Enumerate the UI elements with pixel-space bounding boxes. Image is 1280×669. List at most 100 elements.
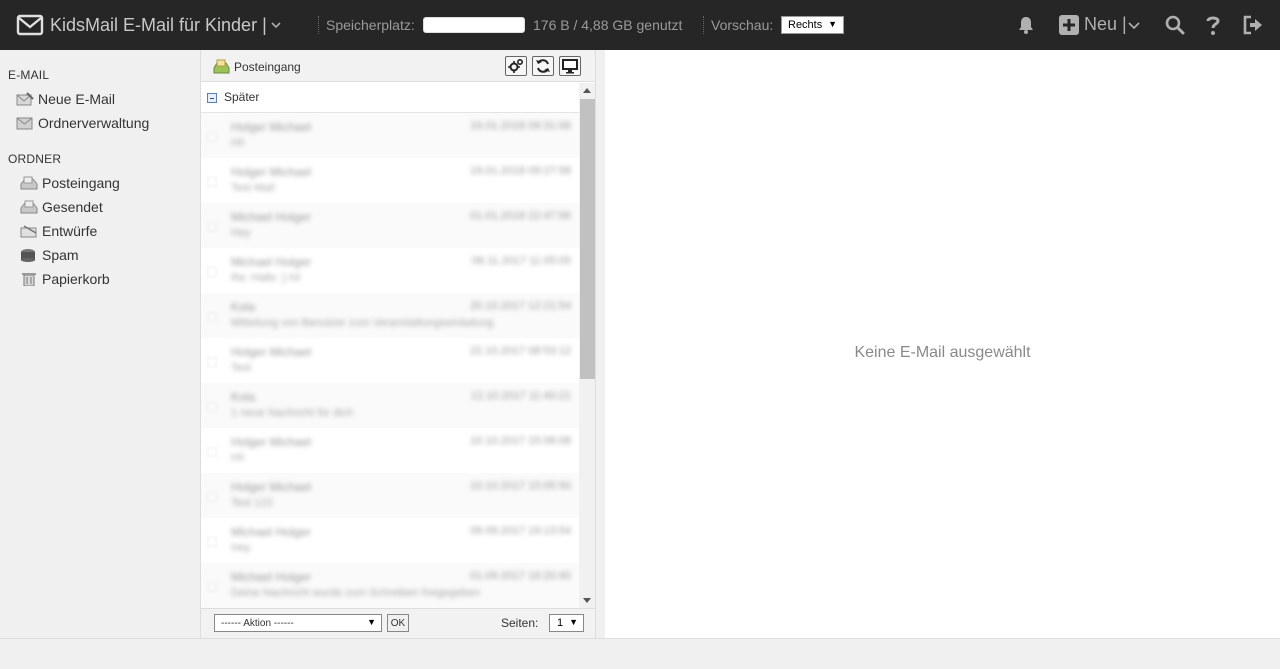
drafts-icon (20, 225, 37, 238)
mail-group-header[interactable]: Später (201, 83, 579, 113)
page-select[interactable]: 1 ▼ (549, 614, 584, 632)
mail-row-sender: Holger Michael (231, 120, 312, 134)
mail-row-checkbox[interactable] (207, 537, 217, 547)
mail-row[interactable]: Kola 20.10.2017 12:21:54 Mitteilung von Be… (201, 293, 579, 338)
mail-row[interactable]: Holger Michael 22.10.2017 08:53:12 Test (201, 338, 579, 383)
sidebar-item-label: Neue E-Mail (38, 91, 116, 107)
folder-manage-icon (16, 117, 33, 130)
pane-divider[interactable] (595, 50, 605, 638)
sidebar-item-label: Spam (42, 247, 79, 263)
mail-row-subject: Hi! (231, 452, 245, 464)
action-select-value: ------ Aktion ------ (221, 618, 294, 629)
mail-row[interactable]: Michael Holger 09.09.2017 19:13:54 Hey (201, 518, 579, 563)
page-select-value: 1 (557, 617, 564, 629)
mail-row-checkbox[interactable] (207, 267, 217, 277)
mail-row-checkbox[interactable] (207, 447, 217, 457)
list-refresh-button[interactable] (532, 56, 554, 76)
dropdown-arrow-icon: ▼ (828, 19, 837, 29)
separator (703, 16, 704, 34)
list-settings-button[interactable] (505, 56, 527, 76)
storage-text: 176 B / 4,88 GB genutzt (533, 17, 683, 33)
action-select[interactable]: ------ Aktion ------ ▼ (214, 614, 382, 632)
mail-row-subject: 1 neue Nachricht für dich (231, 407, 354, 419)
mail-row-date: 10.10.2017 15:06:08 (470, 435, 571, 447)
mail-row-sender: Kola (231, 390, 256, 404)
mail-row-date: 09.09.2017 19:13:54 (470, 525, 571, 537)
logout-icon[interactable] (1242, 14, 1264, 36)
mail-row-checkbox[interactable] (207, 582, 217, 592)
action-ok-button[interactable]: OK (387, 614, 409, 632)
preview-label: Vorschau: (711, 17, 774, 33)
mail-row-subject: Hi! (231, 137, 245, 149)
mail-row[interactable]: Holger Michael 10.10.2017 15:05:50 Test 12… (201, 473, 579, 518)
mail-row-checkbox[interactable] (207, 177, 217, 187)
help-icon[interactable] (1202, 14, 1224, 36)
mail-row[interactable]: Holger Michael 19.01.2018 09:27:58 Test Ma… (201, 158, 579, 203)
mail-row-date: 10.10.2017 15:05:50 (470, 480, 571, 492)
mail-row[interactable]: Holger Michael 10.10.2017 15:06:08 Hi! (201, 428, 579, 473)
scrollbar-thumb[interactable] (580, 99, 595, 379)
mail-logo-icon[interactable] (16, 13, 44, 37)
mail-row-subject: Test (231, 362, 252, 374)
mail-row-date: 19.01.2018 09:31:06 (470, 120, 571, 132)
mail-row-subject: Re: Hallo :) hi! (231, 272, 301, 284)
sidebar-item-sent[interactable]: Gesendet (20, 197, 103, 217)
storage-bar (423, 17, 525, 33)
mail-row[interactable]: Kola 12.10.2017 11:40:21 1 neue Nachricht … (201, 383, 579, 428)
mail-list-pane: Posteingang Später Holger Michael 19.01.… (200, 50, 596, 638)
dropdown-arrow-icon: ▼ (367, 617, 376, 627)
collapse-toggle-icon[interactable] (207, 93, 217, 103)
preview-pane: Keine E-Mail ausgewählt (605, 50, 1280, 638)
sidebar-item-folder-management[interactable]: Ordnerverwaltung (16, 113, 149, 133)
mail-row-date: 01.01.2018 22:47:56 (470, 210, 571, 222)
mail-row-checkbox[interactable] (207, 357, 217, 367)
mail-row-sender: Kola (231, 300, 256, 314)
mail-row-checkbox[interactable] (207, 222, 217, 232)
mail-row[interactable]: Michael Holger 01.01.2018 22:47:56 Hey (201, 203, 579, 248)
trash-icon (22, 273, 36, 286)
sidebar-section-folders: ORDNER (8, 152, 62, 166)
bell-icon[interactable] (1015, 14, 1037, 36)
mail-row-subject: Test 123 (231, 497, 273, 509)
folder-title: Posteingang (234, 59, 301, 74)
mail-row-sender: Holger Michael (231, 345, 312, 359)
search-icon[interactable] (1164, 14, 1186, 36)
scroll-up-icon[interactable] (583, 88, 591, 93)
mail-row-sender: Michael Holger (231, 525, 312, 539)
mail-row-date: 12.10.2017 11:40:21 (470, 390, 571, 402)
mail-row-checkbox[interactable] (207, 132, 217, 142)
mail-row-date: 08.11.2017 11:05:05 (471, 255, 571, 267)
mail-row-sender: Holger Michael (231, 165, 312, 179)
sidebar-item-inbox[interactable]: Posteingang (20, 173, 120, 193)
mail-list-scrollbar[interactable] (579, 83, 596, 608)
mail-row[interactable]: Holger Michael 19.01.2018 09:31:06 Hi! (201, 113, 579, 158)
pages-label: Seiten: (501, 616, 539, 630)
preview-position-value: Rechts (788, 19, 823, 31)
sidebar-item-new-email[interactable]: Neue E-Mail (16, 89, 115, 109)
mail-row-checkbox[interactable] (207, 402, 217, 412)
compose-icon (16, 92, 34, 106)
chevron-down-icon[interactable] (1127, 16, 1141, 34)
top-bar: KidsMail E-Mail für Kinder | Speicherpla… (0, 0, 1280, 50)
scroll-down-icon[interactable] (583, 598, 591, 603)
mail-list-header: Posteingang (201, 50, 596, 82)
list-display-button[interactable] (559, 56, 581, 76)
plus-square-icon[interactable] (1058, 14, 1080, 36)
sidebar-item-spam[interactable]: Spam (20, 245, 79, 265)
chevron-down-icon[interactable] (270, 18, 282, 32)
mail-list-footer: ------ Aktion ------ ▼ OK Seiten: 1 ▼ (201, 608, 596, 638)
mail-row[interactable]: Michael Holger 01.09.2017 16:20:40 Deine N… (201, 563, 579, 608)
mail-row-checkbox[interactable] (207, 312, 217, 322)
sidebar-item-trash[interactable]: Papierkorb (20, 269, 110, 289)
mail-list: Holger Michael 19.01.2018 09:31:06 Hi! Holg… (201, 113, 579, 608)
sidebar-item-label: Posteingang (42, 175, 120, 191)
preview-position-select[interactable]: Rechts ▼ (781, 16, 844, 34)
spam-icon (21, 249, 35, 262)
mail-row-checkbox[interactable] (207, 492, 217, 502)
sidebar-item-drafts[interactable]: Entwürfe (20, 221, 97, 241)
new-menu-button[interactable]: Neu | (1084, 14, 1127, 35)
inbox-icon (213, 59, 230, 74)
app-title[interactable]: KidsMail E-Mail für Kinder | (50, 15, 267, 36)
mail-row-sender: Holger Michael (231, 480, 312, 494)
mail-row[interactable]: Michael Holger 08.11.2017 11:05:05 Re: Hal… (201, 248, 579, 293)
